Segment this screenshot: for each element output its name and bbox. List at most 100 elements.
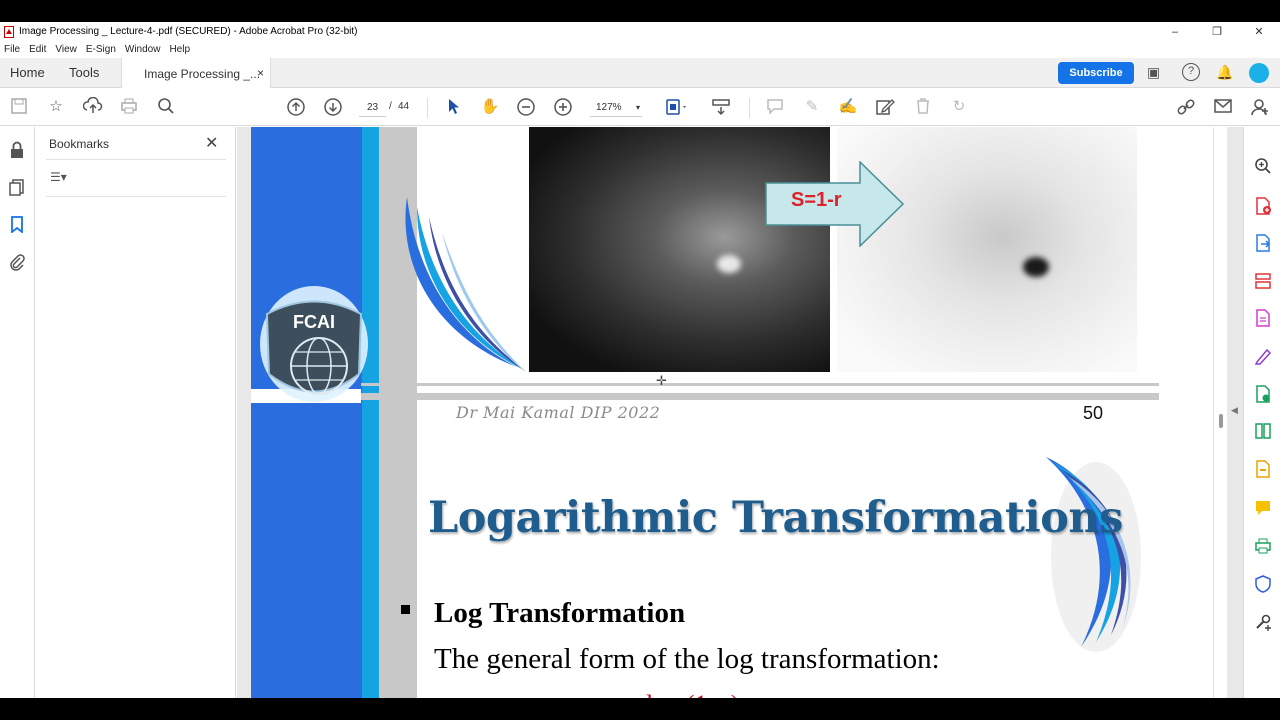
slide-title: Logarithmic Transformations — [428, 493, 1123, 543]
bookmark-icon[interactable] — [8, 215, 26, 234]
lock-icon[interactable] — [8, 141, 26, 159]
slide-rule — [361, 393, 1159, 400]
menu-help[interactable]: Help — [169, 44, 190, 55]
decorative-swoosh — [405, 197, 527, 373]
edit-pdf-icon[interactable] — [1254, 309, 1272, 327]
bookmarks-panel: Bookmarks ✕ ☰▾ — [36, 127, 236, 698]
protect-shield-icon[interactable] — [1254, 575, 1272, 593]
menu-edit[interactable]: Edit — [29, 44, 46, 55]
collapse-right-pane-icon[interactable]: ◀ — [1231, 405, 1238, 416]
arrow-formula: S=1-r — [791, 189, 842, 211]
tab-bar: Home Tools Image Processing _... × Subsc… — [0, 58, 1280, 88]
restore-button[interactable]: ❐ — [1196, 25, 1238, 38]
help-icon[interactable]: ? — [1182, 63, 1200, 81]
slide-cyan-band — [362, 127, 379, 698]
zoom-out-icon[interactable] — [516, 97, 536, 117]
divider — [46, 159, 226, 160]
main-toolbar: ☆ 23 / 44 ✋ 127% ▾ ✎ ✍ ↻ — [0, 89, 1280, 126]
notification-bell-icon[interactable]: 🔔 — [1216, 64, 1233, 81]
next-page-icon[interactable] — [323, 97, 343, 117]
user-avatar[interactable] — [1249, 63, 1269, 83]
search-icon[interactable] — [156, 97, 176, 117]
scroll-mode-icon[interactable] — [711, 97, 731, 117]
create-pdf-icon[interactable] — [1254, 197, 1272, 215]
page-number-input[interactable]: 23 — [359, 98, 386, 117]
print-icon[interactable] — [119, 97, 139, 117]
pdf-app-icon — [4, 25, 14, 38]
close-tab-icon[interactable]: × — [257, 66, 264, 80]
save-icon[interactable] — [9, 97, 29, 117]
vertical-scrollbar[interactable] — [1213, 127, 1227, 698]
document-view[interactable]: S=1-r FCAI Dr Mai Kamal DIP 2022 50 Loga… — [237, 127, 1243, 698]
close-bookmarks-icon[interactable]: ✕ — [205, 133, 218, 153]
toolbar-divider — [749, 98, 750, 118]
more-tools-icon[interactable] — [1254, 613, 1272, 631]
fit-page-icon[interactable] — [664, 97, 686, 117]
divider — [46, 196, 226, 197]
zoom-in-icon[interactable] — [553, 97, 573, 117]
toolbar-divider — [427, 98, 428, 118]
fill-sign-icon[interactable] — [875, 97, 895, 117]
menu-window[interactable]: Window — [125, 44, 161, 55]
zoom-dropdown-icon: ▾ — [635, 103, 640, 112]
delete-icon[interactable] — [913, 97, 933, 117]
sign-icon[interactable]: ✍ — [838, 97, 858, 117]
upload-icon[interactable] — [82, 96, 103, 117]
share-link-icon[interactable] — [1176, 97, 1196, 117]
bookmark-options-icon[interactable]: ☰▾ — [50, 170, 67, 184]
tab-home[interactable]: Home — [10, 65, 45, 80]
slide-blue-band — [251, 127, 362, 698]
scrollbar-thumb[interactable] — [1219, 414, 1223, 428]
tab-tools[interactable]: Tools — [69, 65, 99, 80]
decorative-swoosh — [1046, 457, 1141, 652]
bullet-heading: Log Transformation — [434, 597, 686, 629]
move-cursor-icon: ✛ — [656, 373, 667, 388]
right-tools-rail: ⇥ — [1243, 127, 1280, 698]
logo-text: FCAI — [293, 312, 335, 332]
left-nav-pane — [0, 127, 35, 698]
tab-document-label: Image Processing _... — [144, 67, 261, 81]
tab-document[interactable]: Image Processing _... × — [121, 58, 271, 88]
hand-tool-icon[interactable]: ✋ — [480, 97, 500, 117]
slide-footer-author: Dr Mai Kamal DIP 2022 — [456, 403, 661, 422]
window-title: Image Processing _ Lecture-4-.pdf (SECUR… — [19, 26, 358, 37]
close-window-button[interactable]: ✕ — [1238, 25, 1280, 38]
compress-pdf-icon[interactable] — [1254, 385, 1272, 403]
scan-ocr-icon[interactable] — [1254, 460, 1272, 478]
page-thumbnails-icon[interactable] — [8, 178, 26, 196]
minimize-button[interactable]: – — [1154, 26, 1196, 38]
menu-esign[interactable]: E-Sign — [86, 44, 116, 55]
zoom-level-select[interactable]: 127% ▾ — [590, 98, 642, 117]
redo-icon[interactable]: ↻ — [949, 97, 969, 117]
export-pdf-icon[interactable] — [1254, 234, 1272, 252]
select-tool-icon[interactable] — [443, 97, 463, 117]
compare-files-icon[interactable] — [1254, 422, 1272, 440]
title-bar: Image Processing _ Lecture-4-.pdf (SECUR… — [0, 22, 1280, 41]
comment-tool-icon[interactable] — [1254, 499, 1272, 517]
previous-page-icon[interactable] — [286, 97, 306, 117]
fill-sign-tool-icon[interactable] — [1254, 347, 1272, 365]
comment-icon[interactable] — [765, 97, 785, 117]
expand-pane-icon[interactable]: ⇥ — [1254, 693, 1272, 698]
zoom-tool-icon[interactable] — [1254, 157, 1272, 175]
pdf-page: S=1-r FCAI Dr Mai Kamal DIP 2022 50 Loga… — [251, 127, 1213, 698]
page-total: 44 — [398, 101, 410, 112]
highlight-icon[interactable]: ✎ — [802, 97, 822, 117]
subscribe-button[interactable]: Subscribe — [1058, 62, 1134, 84]
screen-share-icon[interactable]: ▣ — [1147, 64, 1160, 81]
transform-arrow: S=1-r — [765, 161, 905, 247]
organize-pages-icon[interactable] — [1254, 272, 1272, 290]
menu-bar: File Edit View E-Sign Window Help — [0, 41, 199, 57]
attachment-icon[interactable] — [8, 253, 26, 271]
bookmarks-title: Bookmarks — [49, 137, 110, 151]
slide-rule — [361, 383, 1159, 386]
email-icon[interactable] — [1213, 97, 1233, 117]
menu-file[interactable]: File — [4, 44, 20, 55]
star-icon[interactable]: ☆ — [46, 97, 66, 117]
print-production-icon[interactable] — [1254, 537, 1272, 555]
share-user-icon[interactable] — [1250, 97, 1270, 117]
formula-fragment: log (1+r) — [646, 690, 739, 698]
fcai-logo: FCAI — [259, 284, 369, 406]
page-separator: / — [389, 101, 392, 112]
menu-view[interactable]: View — [55, 44, 77, 55]
